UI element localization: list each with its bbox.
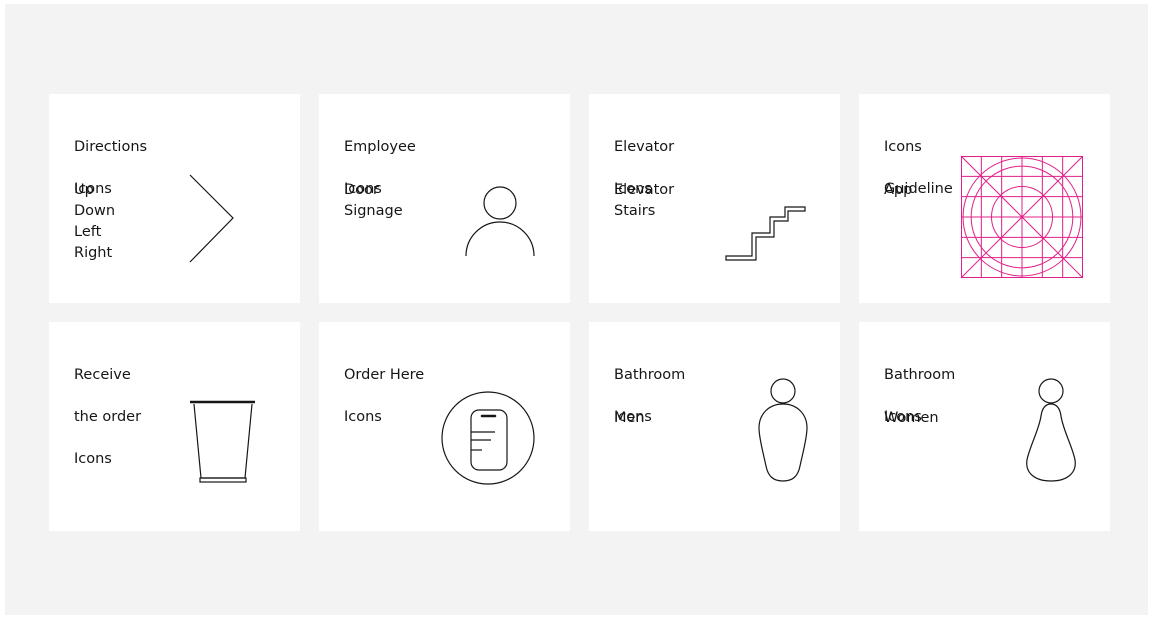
card-item-list: Door Signage: [344, 180, 484, 222]
card-elevator-icons: Elevator Icons Elevator Stairs: [589, 94, 840, 303]
man-icon: [757, 378, 809, 484]
card-item: Door: [344, 182, 379, 198]
canvas: Directions Icons Up Down Left Right Empl…: [5, 4, 1148, 615]
card-title-line: Order Here: [344, 367, 425, 383]
card-title-line: Receive: [74, 367, 131, 383]
cup-icon: [189, 400, 257, 486]
icon-card-grid: Directions Icons Up Down Left Right Empl…: [49, 94, 1111, 531]
card-title-line: Elevator: [614, 139, 675, 155]
card-title-line: Icons: [884, 139, 922, 155]
card-title-line: Directions: [74, 139, 148, 155]
chevron-right-icon: [189, 174, 237, 264]
card-receive-order-icons: Receive the order Icons: [49, 322, 300, 531]
card-order-here-icons: Order Here Icons: [319, 322, 570, 531]
card-item: Signage: [344, 203, 403, 219]
icon-grid-guideline-icon: [960, 155, 1084, 279]
card-bathroom-women: Bathroom Icons Women: [859, 322, 1110, 531]
card-item-list: Women: [884, 408, 1024, 429]
card-item: Women: [884, 410, 939, 426]
card-bathroom-men: Bathroom Icons Men: [589, 322, 840, 531]
person-icon: [464, 186, 536, 258]
card-item-list: Men: [614, 408, 754, 429]
card-title-line: Employee: [344, 139, 416, 155]
card-icons-guideline: Icons Guideline App: [859, 94, 1110, 303]
card-item: Men: [614, 410, 645, 426]
woman-icon: [1025, 378, 1077, 484]
phone-order-icon: [440, 390, 536, 486]
card-item: Elevator: [614, 182, 675, 198]
stairs-icon: [725, 205, 807, 263]
card-employee-icons: Employee Icons Door Signage: [319, 94, 570, 303]
card-directions-icons: Directions Icons Up Down Left Right: [49, 94, 300, 303]
